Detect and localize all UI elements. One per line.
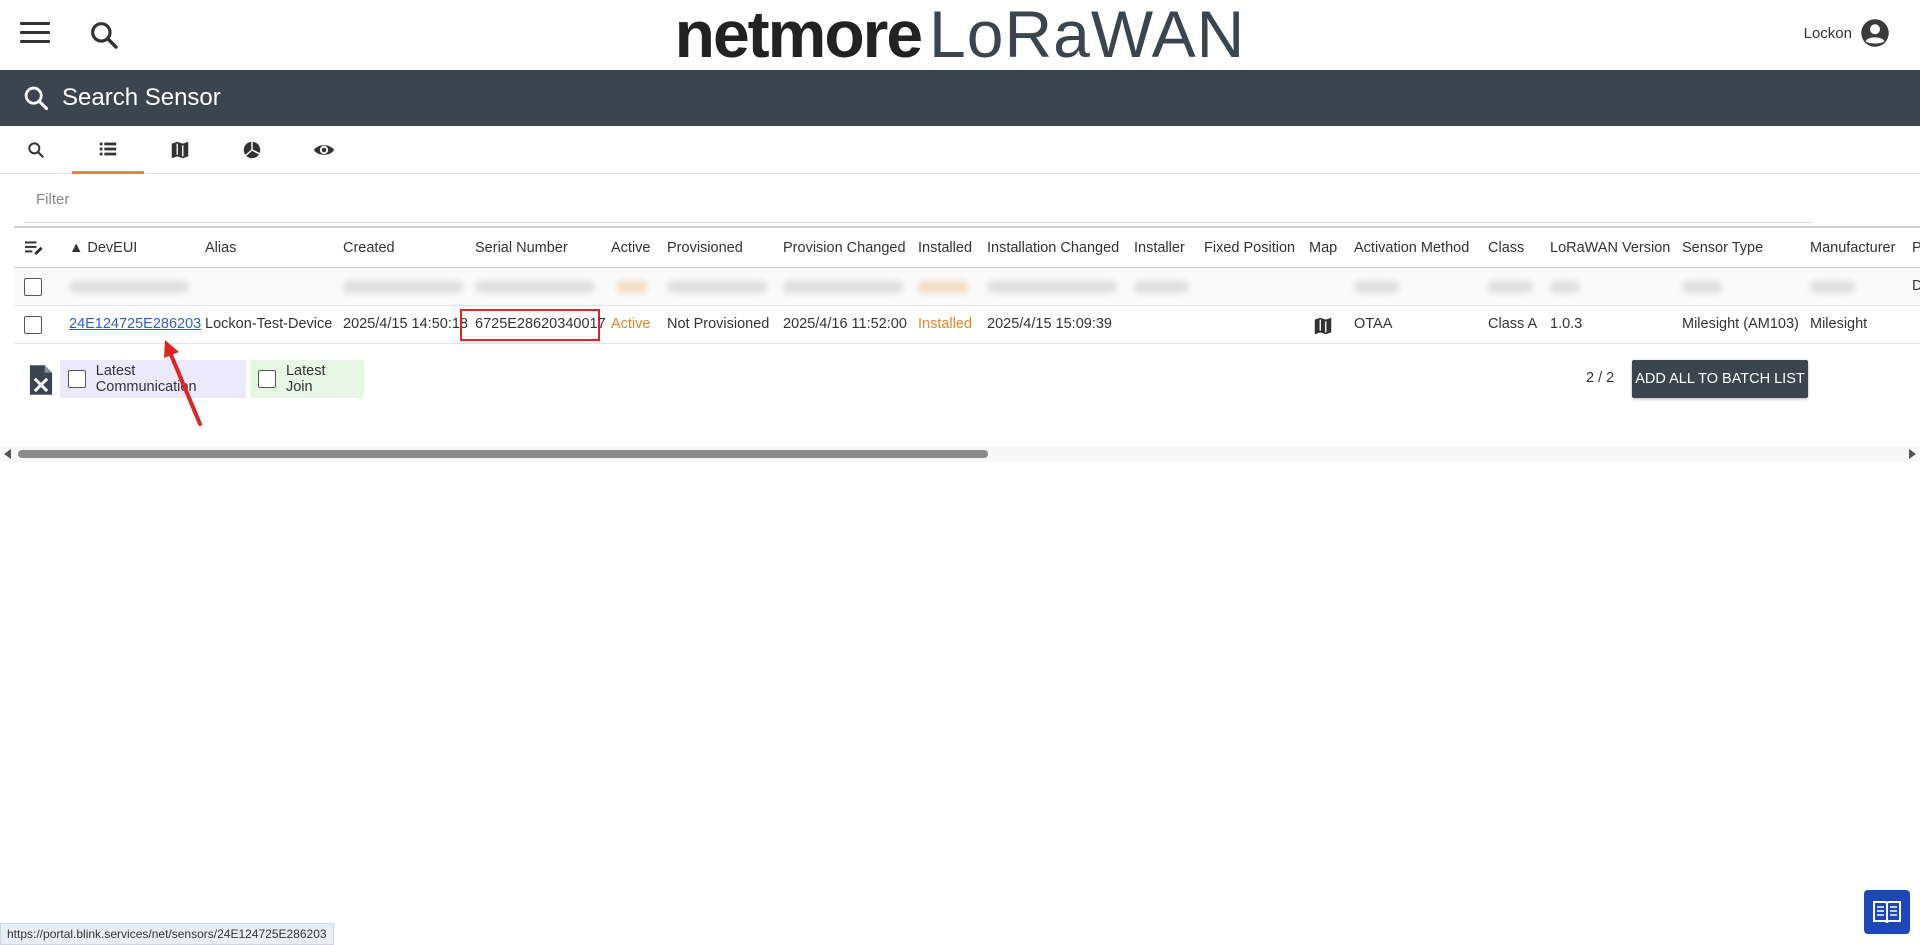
col-provisioned[interactable]: Provisioned bbox=[667, 240, 743, 256]
excel-export-icon[interactable] bbox=[28, 364, 54, 396]
tab-map[interactable] bbox=[144, 126, 216, 174]
scroll-right-arrow[interactable] bbox=[1909, 449, 1916, 459]
row-checkbox[interactable] bbox=[24, 278, 42, 296]
table-header: ▲ DevEUI Alias Created Serial Number Act… bbox=[14, 226, 1920, 268]
activation-method-cell: OTAA bbox=[1354, 316, 1393, 332]
edit-columns-icon[interactable] bbox=[24, 239, 44, 257]
scroll-left-arrow[interactable] bbox=[4, 449, 11, 459]
blurred-cell bbox=[783, 281, 903, 293]
brand-logo: netmore LoRaWAN bbox=[0, 0, 1920, 74]
filter-input[interactable]: Filter bbox=[24, 183, 1812, 223]
user-menu[interactable]: Lockon bbox=[1804, 18, 1890, 48]
blurred-cell bbox=[667, 281, 767, 293]
search-icon bbox=[28, 142, 44, 158]
blurred-cell bbox=[1682, 281, 1722, 293]
blurred-cell bbox=[1810, 281, 1855, 293]
col-activation-method[interactable]: Activation Method bbox=[1354, 240, 1469, 256]
blurred-cell bbox=[1134, 281, 1189, 293]
sensor-type-cell: Milesight (AM103) bbox=[1682, 316, 1799, 332]
col-manufacturer[interactable]: Manufacturer bbox=[1810, 240, 1895, 256]
lorawan-version-cell: 1.0.3 bbox=[1550, 316, 1583, 332]
tab-list[interactable] bbox=[72, 126, 144, 174]
add-all-to-batch-button[interactable]: ADD ALL TO BATCH LIST bbox=[1632, 360, 1808, 398]
deveui-link[interactable]: 24E124725E286203 bbox=[69, 316, 201, 332]
provisioned-cell: Not Provisioned bbox=[667, 316, 770, 332]
alias-cell: Lockon-Test-Device bbox=[205, 316, 333, 332]
blurred-cell bbox=[1488, 281, 1533, 293]
brand-light: LoRaWAN bbox=[929, 0, 1246, 71]
documentation-button[interactable] bbox=[1864, 890, 1910, 934]
table-row[interactable]: 24E124725E286203 Lockon-Test-Device 2025… bbox=[14, 306, 1920, 344]
col-map[interactable]: Map bbox=[1309, 240, 1337, 256]
blurred-row-trailing: D bbox=[1912, 278, 1920, 294]
tab-search[interactable] bbox=[0, 126, 72, 174]
provision-changed-cell: 2025/4/16 11:52:00 bbox=[783, 316, 907, 332]
col-active[interactable]: Active bbox=[611, 240, 651, 256]
blurred-cell bbox=[475, 281, 595, 293]
blurred-cell bbox=[617, 281, 647, 293]
latest-join-label: Latest Join bbox=[285, 363, 326, 395]
blurred-cell bbox=[343, 281, 463, 293]
brand-bold: netmore bbox=[674, 0, 923, 71]
latest-join-checkbox[interactable] bbox=[258, 370, 276, 388]
installed-status: Installed bbox=[918, 316, 973, 332]
blurred-cell bbox=[1550, 281, 1580, 293]
col-installed[interactable]: Installed bbox=[918, 240, 972, 256]
col-lorawan-version[interactable]: LoRaWAN Version bbox=[1550, 240, 1670, 256]
active-status: Active bbox=[611, 316, 651, 332]
map-icon bbox=[171, 141, 189, 159]
status-bar-url: https://portal.blink.services/net/sensor… bbox=[0, 923, 334, 945]
blurred-cell bbox=[987, 281, 1117, 293]
blurred-cell bbox=[918, 281, 968, 293]
col-sensor-type[interactable]: Sensor Type bbox=[1682, 240, 1763, 256]
eye-icon bbox=[313, 145, 335, 155]
col-fixed-position[interactable]: Fixed Position bbox=[1204, 240, 1295, 256]
annotation-arrow bbox=[164, 340, 202, 426]
map-icon[interactable] bbox=[1312, 315, 1334, 337]
latest-join-toggle[interactable]: Latest Join bbox=[250, 360, 364, 398]
search-sensor-bar[interactable]: Search Sensor bbox=[0, 70, 1920, 126]
class-cell: Class A bbox=[1488, 316, 1538, 332]
tab-statistics[interactable] bbox=[216, 126, 288, 174]
col-provision-changed[interactable]: Provision Changed bbox=[783, 240, 906, 256]
list-icon bbox=[99, 142, 117, 155]
book-icon bbox=[1873, 901, 1901, 924]
scrollbar-thumb[interactable] bbox=[18, 450, 988, 458]
search-icon bbox=[24, 86, 49, 111]
app-header: netmore LoRaWAN Lockon bbox=[0, 0, 1920, 71]
col-p[interactable]: P bbox=[1912, 240, 1920, 256]
installation-changed-cell: 2025/4/15 15:09:39 bbox=[987, 316, 1112, 332]
user-name: Lockon bbox=[1803, 24, 1852, 42]
latest-communication-toggle[interactable]: Latest Communication bbox=[60, 360, 246, 398]
col-alias[interactable]: Alias bbox=[205, 240, 236, 256]
col-installation-changed[interactable]: Installation Changed bbox=[987, 240, 1119, 256]
row-checkbox[interactable] bbox=[24, 316, 42, 334]
manufacturer-cell: Milesight bbox=[1810, 316, 1868, 332]
serial-number-cell: 6725E28620340017 bbox=[475, 316, 606, 332]
col-installer[interactable]: Installer bbox=[1134, 240, 1185, 256]
result-count: 2 / 2 bbox=[1586, 370, 1615, 386]
view-tabs bbox=[0, 126, 1920, 174]
sensor-table: ▲ DevEUI Alias Created Serial Number Act… bbox=[14, 226, 1920, 344]
search-sensor-title: Search Sensor bbox=[62, 84, 221, 111]
tab-watch[interactable] bbox=[288, 126, 360, 174]
col-class[interactable]: Class bbox=[1488, 240, 1524, 256]
created-cell: 2025/4/15 14:50:18 bbox=[343, 316, 468, 332]
blurred-cell bbox=[69, 281, 189, 293]
blurred-cell bbox=[1354, 281, 1399, 293]
account-circle-icon bbox=[1861, 19, 1889, 47]
latest-communication-checkbox[interactable] bbox=[68, 370, 86, 388]
horizontal-scrollbar[interactable] bbox=[0, 446, 1920, 462]
col-serial-number[interactable]: Serial Number bbox=[475, 240, 568, 256]
pie-chart-icon bbox=[243, 141, 261, 159]
col-deveui[interactable]: ▲ DevEUI bbox=[69, 240, 137, 256]
table-row-blurred[interactable]: D bbox=[14, 268, 1920, 306]
table-footer: Latest Communication Latest Join 2 / 2 A… bbox=[14, 358, 1814, 400]
col-created[interactable]: Created bbox=[343, 240, 395, 256]
